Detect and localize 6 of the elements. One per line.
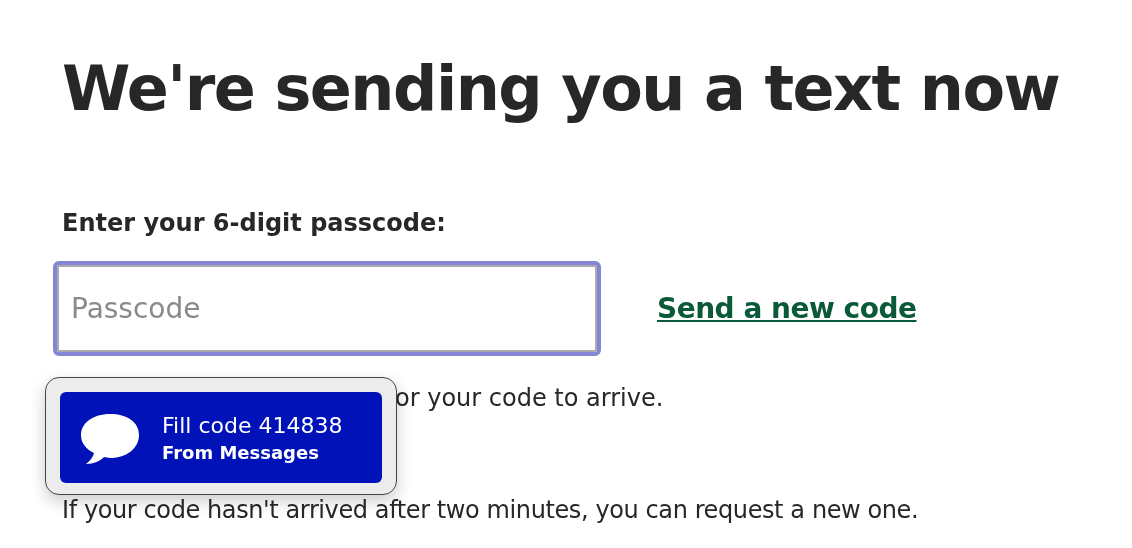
fill-code-button[interactable]: Fill code 414838 From Messages (60, 392, 382, 483)
page-heading: We're sending you a text now (62, 52, 1061, 125)
help-text: If your code hasn't arrived after two minutes, you can request a new one. (62, 496, 920, 524)
field-label: Enter your 6-digit passcode: (62, 209, 447, 237)
wait-text: or your code to arrive. (395, 384, 665, 412)
send-new-code-link[interactable]: Send a new code (657, 292, 917, 325)
